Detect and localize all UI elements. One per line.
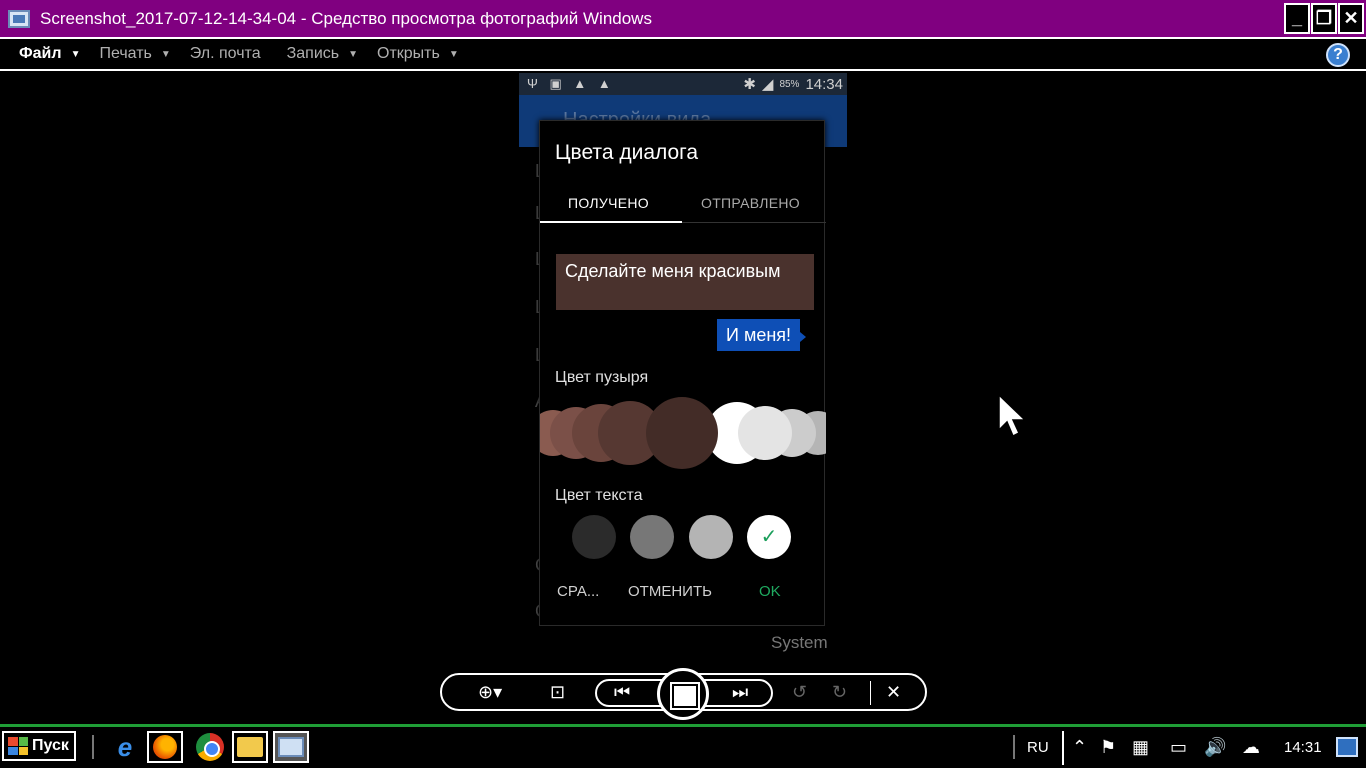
taskbar-divider — [92, 735, 94, 759]
tab-indicator — [540, 221, 682, 223]
checkmark-icon: ✓ — [760, 526, 778, 548]
system-tray: ⌃ ⚑ ▦ ▭ 🔊 ☁ 14:31 — [1062, 731, 1366, 765]
reset-button[interactable]: СРА... — [557, 583, 599, 600]
rotate-left-icon[interactable]: ↺ — [792, 682, 807, 703]
zoom-icon[interactable]: ⊕▾ — [478, 682, 502, 703]
bubble-color-label: Цвет пузыря — [555, 369, 649, 386]
start-button[interactable]: Пуск — [2, 731, 76, 761]
internet-explorer-icon[interactable]: e — [111, 733, 139, 761]
restore-button[interactable]: ❐ — [1311, 3, 1337, 34]
menu-bar: Файл ▼ Печать ▼ Эл. почта Запись ▼ Открыть ▼… — [0, 37, 1366, 71]
mouse-cursor-icon — [998, 394, 1027, 438]
battery-percent: 85% — [779, 78, 800, 90]
bluetooth-icon: ✱ — [743, 76, 756, 93]
menu-burn-label: Запись — [286, 45, 340, 62]
dialog-colors: Цвета диалога ПОЛУЧЕНО ОТПРАВЛЕНО Сделай… — [539, 120, 826, 626]
notification-icons: Ψ ▣ ▲ ▲ — [527, 76, 615, 91]
menu-open[interactable]: Открыть ▼ — [377, 45, 459, 63]
title-bar: Screenshot_2017-07-12-14-34-04 - Средств… — [0, 0, 1366, 37]
system-clock[interactable]: 14:31 — [1284, 739, 1322, 756]
text-color-swatch[interactable] — [630, 515, 674, 559]
delete-icon[interactable]: ✕ — [886, 682, 901, 703]
menu-file[interactable]: Файл ▼ — [19, 45, 80, 63]
network-icon[interactable]: ▭ — [1170, 737, 1187, 758]
menu-email-label: Эл. почта — [189, 45, 261, 62]
start-label: Пуск — [32, 737, 69, 754]
chevron-down-icon: ▼ — [70, 48, 81, 60]
bubble-color-picker[interactable] — [540, 393, 826, 473]
signal-icon: ◢ — [761, 76, 774, 93]
viewer-toolbar: ⊕▾ ⊡ ⏮ ⏭ ↺ ↻ ✕ — [440, 668, 927, 720]
language-indicator[interactable]: RU — [1027, 739, 1049, 756]
background-system-label: System — [771, 633, 828, 652]
rotate-right-icon[interactable]: ↻ — [832, 682, 847, 703]
menu-open-label: Открыть — [377, 45, 440, 62]
text-color-label: Цвет текста — [555, 487, 643, 504]
text-color-swatch[interactable] — [572, 515, 616, 559]
menu-burn[interactable]: Запись ▼ — [287, 45, 358, 63]
bubble-color-swatch[interactable] — [738, 406, 792, 460]
chrome-icon[interactable] — [196, 733, 224, 761]
slideshow-button[interactable] — [657, 668, 709, 720]
window-controls: _ ❐ ✕ — [1284, 3, 1364, 34]
windows-logo-icon — [8, 737, 28, 755]
bubble-received-preview: Сделайте меня красивым — [556, 254, 814, 310]
sync-cloud-icon[interactable]: ☁ — [1242, 737, 1260, 758]
photo-viewer-icon — [278, 737, 304, 757]
folder-icon — [237, 737, 263, 757]
window-title: Screenshot_2017-07-12-14-34-04 - Средств… — [40, 8, 652, 28]
taskbar-divider — [1013, 735, 1015, 759]
toolbar-divider — [870, 681, 871, 705]
text-color-swatch[interactable]: ✓ — [747, 515, 791, 559]
fit-window-icon[interactable]: ⊡ — [550, 682, 565, 703]
dialog-title: Цвета диалога — [555, 141, 699, 164]
close-button[interactable]: ✕ — [1338, 3, 1364, 34]
status-time: 14:34 — [805, 75, 843, 93]
text-color-swatch[interactable] — [689, 515, 733, 559]
show-desktop-icon[interactable] — [1336, 737, 1358, 757]
minimize-button[interactable]: _ — [1284, 3, 1310, 34]
help-icon[interactable]: ? — [1326, 43, 1350, 67]
tab-sent[interactable]: ОТПРАВЛЕНО — [701, 195, 800, 211]
show-hidden-icons-icon[interactable]: ⌃ — [1072, 737, 1087, 758]
bubble-sent-preview: И меня! — [717, 319, 807, 351]
previous-icon[interactable]: ⏮ — [614, 682, 630, 703]
tab-received[interactable]: ПОЛУЧЕНО — [568, 195, 649, 211]
firefox-icon — [153, 735, 177, 759]
explorer-taskbar-button[interactable] — [232, 731, 268, 763]
chevron-down-icon: ▼ — [160, 48, 171, 60]
taskbar: Пуск e RU ⌃ ⚑ ▦ ▭ 🔊 ☁ 14:31 — [0, 724, 1366, 768]
android-status-bar: Ψ ▣ ▲ ▲ ✱ ◢ 85% 14:34 — [519, 73, 847, 95]
cancel-button[interactable]: ОТМЕНИТЬ — [628, 583, 712, 600]
firefox-taskbar-button[interactable] — [147, 731, 183, 763]
ok-button[interactable]: OK — [759, 583, 781, 600]
photo-viewer-app-icon — [8, 9, 30, 28]
photo-viewer-taskbar-button[interactable] — [273, 731, 309, 763]
bubble-color-swatch[interactable] — [646, 397, 718, 469]
volume-icon[interactable]: 🔊 — [1204, 737, 1226, 758]
action-center-flag-icon[interactable]: ⚑ — [1100, 737, 1116, 758]
menu-print[interactable]: Печать ▼ — [99, 45, 170, 63]
menu-file-label: Файл — [19, 45, 62, 62]
menu-email[interactable]: Эл. почта — [190, 45, 261, 63]
menu-print-label: Печать — [99, 45, 152, 62]
chevron-down-icon: ▼ — [448, 48, 459, 60]
next-icon[interactable]: ⏭ — [732, 682, 748, 703]
safely-remove-icon[interactable]: ▦ — [1132, 737, 1149, 758]
chevron-down-icon: ▼ — [348, 48, 358, 60]
